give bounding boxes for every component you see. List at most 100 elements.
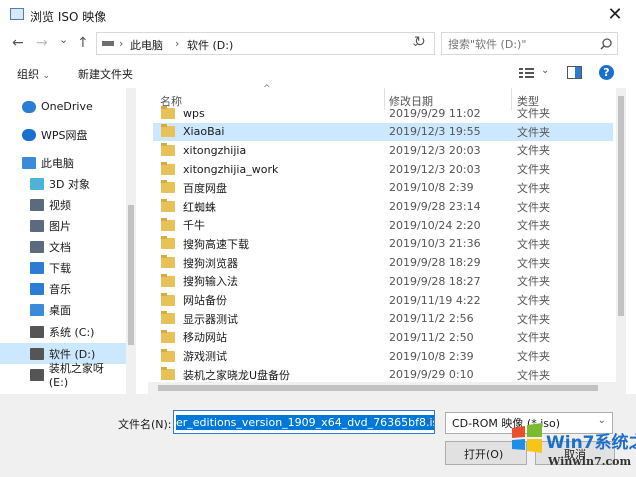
- view-dropdown-button[interactable]: ⌄: [541, 65, 549, 76]
- sidebar-item[interactable]: 音乐: [0, 278, 126, 299]
- cloud-icon: [22, 128, 36, 141]
- file-row[interactable]: 千牛 2019/10/24 2:20 文件夹: [153, 216, 613, 234]
- folder-icon: [161, 348, 175, 362]
- sidebar-item-label: 视频: [49, 198, 71, 212]
- recent-locations-button[interactable]: ⌄: [59, 33, 68, 46]
- file-row[interactable]: 游戏测试 2019/10/8 2:39 文件夹: [153, 347, 613, 365]
- file-name: 红蜘蛛: [183, 200, 216, 214]
- file-type: 文件夹: [517, 200, 550, 214]
- file-type: 文件夹: [517, 144, 550, 158]
- sidebar-item[interactable]: 文档: [0, 236, 126, 257]
- sidebar-item[interactable]: WPS网盘: [0, 124, 126, 145]
- horizontal-scroll-thumb[interactable]: [158, 385, 598, 391]
- file-type: 文件夹: [517, 368, 550, 382]
- back-arrow-icon: ←: [12, 35, 24, 51]
- organize-label: 组织: [17, 68, 39, 81]
- command-bar: 组织 ⌄ 新建文件夹 ⌄ ?: [0, 60, 636, 86]
- sidebar-item[interactable]: 视频: [0, 194, 126, 215]
- forward-button[interactable]: →: [36, 35, 48, 51]
- folder-icon: [161, 367, 175, 381]
- file-row[interactable]: 红蜘蛛 2019/9/28 23:14 文件夹: [153, 198, 613, 216]
- sidebar-item-label: 3D 对象: [49, 177, 90, 191]
- picture-icon: [30, 219, 44, 232]
- sidebar-item[interactable]: 3D 对象: [0, 173, 126, 194]
- file-date: 2019/9/28 18:29: [389, 256, 481, 270]
- file-name: 搜狗浏览器: [183, 256, 238, 270]
- file-type: 文件夹: [517, 125, 550, 139]
- refresh-button[interactable]: ↻: [414, 34, 426, 50]
- file-name: 移动网站: [183, 331, 227, 345]
- folder-icon: [161, 292, 175, 306]
- file-row[interactable]: 搜狗输入法 2019/9/28 18:27 文件夹: [153, 272, 613, 290]
- search-box[interactable]: [441, 32, 618, 55]
- file-date: 2019/11/2 2:56: [389, 312, 474, 326]
- folder-icon: [161, 180, 175, 194]
- preview-pane-icon[interactable]: [567, 66, 582, 79]
- file-list-scroll-thumb[interactable]: [618, 96, 624, 316]
- computer-icon: [22, 156, 36, 169]
- search-icon: [600, 38, 612, 50]
- file-row[interactable]: 搜狗浏览器 2019/9/28 18:29 文件夹: [153, 254, 613, 272]
- watermark-logo: Win7系统之家 Winwin7.com: [510, 422, 636, 477]
- sidebar-item-label: OneDrive: [41, 100, 93, 113]
- file-row[interactable]: 显示器测试 2019/11/2 2:56 文件夹: [153, 310, 613, 328]
- search-input[interactable]: [446, 35, 600, 53]
- chevron-down-icon: ⌄: [59, 33, 69, 46]
- sidebar-item[interactable]: 装机之家呀 (E:): [0, 362, 126, 389]
- file-row[interactable]: XiaoBai 2019/12/3 19:55 文件夹: [153, 122, 613, 141]
- close-button[interactable]: ✕: [600, 2, 630, 26]
- folder-icon: [161, 311, 175, 325]
- cloud-icon: [22, 100, 36, 113]
- file-date: 2019/10/8 2:39: [389, 349, 474, 363]
- breadcrumb-drive-d[interactable]: 软件 (D:): [187, 37, 233, 53]
- file-name: xitongzhijia_work: [183, 162, 279, 176]
- sidebar-item[interactable]: OneDrive: [0, 96, 126, 117]
- disc-image-icon: [10, 8, 24, 20]
- new-folder-button[interactable]: 新建文件夹: [78, 66, 133, 82]
- file-row[interactable]: xitongzhijia_work 2019/12/3 20:03 文件夹: [153, 160, 613, 178]
- sidebar-item[interactable]: 图片: [0, 215, 126, 236]
- refresh-icon: ↻: [414, 34, 426, 50]
- watermark-url: Winwin7.com: [548, 455, 632, 468]
- breadcrumb-this-pc[interactable]: 此电脑: [130, 37, 163, 53]
- horizontal-scrollbar[interactable]: [148, 382, 616, 394]
- file-type: 文件夹: [517, 163, 550, 177]
- file-type: 文件夹: [517, 181, 550, 195]
- back-button[interactable]: ←: [12, 35, 24, 51]
- file-name: 显示器测试: [183, 312, 238, 326]
- view-options-icon[interactable]: [519, 67, 535, 79]
- sidebar-item[interactable]: 桌面: [0, 299, 126, 320]
- windows-flag-icon: [512, 423, 542, 453]
- file-row[interactable]: 搜狗高速下载 2019/10/3 21:36 文件夹: [153, 235, 613, 253]
- file-name: 网站备份: [183, 294, 227, 307]
- file-row[interactable]: wps 2019/9/29 11:02 文件夹: [153, 104, 613, 122]
- file-date: 2019/10/24 2:20: [389, 218, 481, 232]
- organize-button[interactable]: 组织 ⌄: [17, 66, 50, 82]
- sidebar-item[interactable]: 下载: [0, 257, 126, 278]
- help-icon[interactable]: ?: [599, 65, 614, 80]
- sidebar-item[interactable]: 此电脑: [0, 152, 126, 173]
- up-button[interactable]: ↑: [77, 35, 89, 51]
- file-date: 2019/9/29 0:10: [389, 368, 474, 382]
- file-row[interactable]: 百度网盘 2019/10/8 2:39 文件夹: [153, 179, 613, 197]
- file-date: 2019/12/3 19:55: [389, 125, 481, 139]
- file-row[interactable]: 网站备份 2019/11/19 4:22 文件夹: [153, 291, 613, 309]
- cube-icon: [30, 177, 44, 190]
- file-row[interactable]: xitongzhijia 2019/12/3 20:03 文件夹: [153, 141, 613, 159]
- file-name: 搜狗输入法: [183, 275, 238, 289]
- filename-input[interactable]: er_editions_version_1909_x64_dvd_76365bf…: [173, 410, 435, 434]
- close-icon: ✕: [607, 3, 623, 25]
- filename-selected-text: er_editions_version_1909_x64_dvd_76365bf…: [176, 414, 434, 430]
- file-type: 文件夹: [517, 331, 550, 345]
- file-name: 百度网盘: [183, 181, 227, 195]
- file-row[interactable]: 移动网站 2019/11/2 2:50 文件夹: [153, 328, 613, 346]
- sidebar-item-label: 下载: [49, 261, 71, 275]
- sidebar-item[interactable]: 系统 (C:): [0, 321, 126, 342]
- sidebar-item-label: 系统 (C:): [49, 325, 95, 339]
- file-type: 文件夹: [517, 237, 550, 251]
- filename-dropdown-button[interactable]: ⌄: [424, 414, 432, 425]
- folder-icon: [161, 142, 175, 156]
- address-bar[interactable]: › 此电脑 › 软件 (D:) ⌄: [96, 32, 435, 55]
- file-date: 2019/9/28 18:27: [389, 274, 481, 288]
- sidebar-scroll-thumb[interactable]: [128, 205, 134, 345]
